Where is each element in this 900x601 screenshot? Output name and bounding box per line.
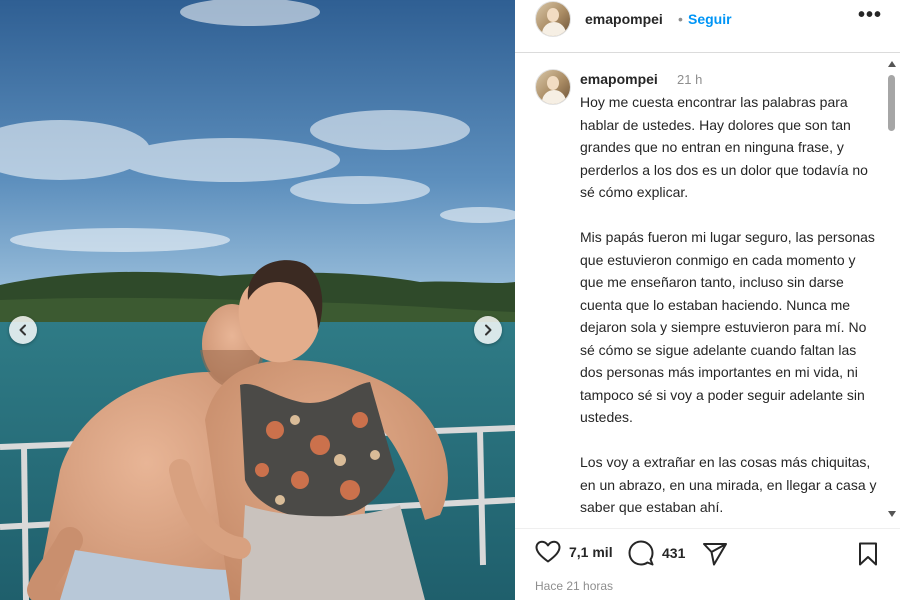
comment-button[interactable]: 431 [628, 540, 685, 566]
save-button[interactable] [857, 542, 879, 566]
caption-paragraph: Mis papás fueron mi lugar seguro, las pe… [580, 229, 875, 425]
post-photo[interactable] [0, 0, 515, 600]
next-photo-button[interactable] [474, 316, 502, 344]
caption-username[interactable]: emapompei [580, 71, 658, 87]
chevron-right-icon [485, 324, 492, 336]
more-options-icon[interactable]: ••• [858, 4, 882, 27]
avatar[interactable] [535, 1, 571, 37]
bookmark-icon [859, 542, 877, 566]
comment-bubble-icon [628, 540, 654, 566]
caption-avatar[interactable] [535, 69, 571, 105]
heart-icon [535, 540, 561, 563]
chevron-left-icon [19, 324, 26, 336]
caption-scrollbar[interactable] [884, 57, 898, 523]
post-header: emapompei • Seguir ••• [515, 0, 900, 53]
scroll-up-arrow-icon[interactable] [888, 61, 896, 67]
caption-section[interactable]: emapompei 21 h Hoy me cuesta encontrar l… [515, 55, 887, 523]
like-count: 7,1 mil [569, 544, 613, 560]
paper-plane-icon [703, 543, 727, 566]
scrollbar-thumb[interactable] [888, 75, 895, 131]
post-side-panel: emapompei • Seguir ••• emapompei 21 h Ho… [515, 0, 900, 600]
instagram-post: emapompei • Seguir ••• emapompei 21 h Ho… [0, 0, 900, 600]
photo-scene [0, 0, 515, 600]
caption-timestamp: 21 h [677, 72, 703, 87]
follow-button[interactable]: Seguir [688, 11, 732, 27]
action-bar: 7,1 mil 431 Hace 21 horas [515, 528, 900, 601]
comment-count: 431 [662, 545, 686, 561]
previous-photo-button[interactable] [9, 316, 37, 344]
caption-paragraph: Hoy me cuesta encontrar las palabras par… [580, 94, 868, 200]
separator-dot: • [678, 11, 683, 27]
post-time-ago: Hace 21 horas [535, 579, 614, 593]
caption-text: Hoy me cuesta encontrar las palabras par… [580, 91, 880, 523]
like-button[interactable]: 7,1 mil [535, 540, 613, 564]
share-button[interactable] [702, 542, 728, 566]
scroll-down-arrow-icon[interactable] [888, 511, 896, 517]
post-author-username[interactable]: emapompei [585, 11, 663, 27]
caption-paragraph: Los voy a extrañar en las cosas más chiq… [580, 454, 877, 515]
